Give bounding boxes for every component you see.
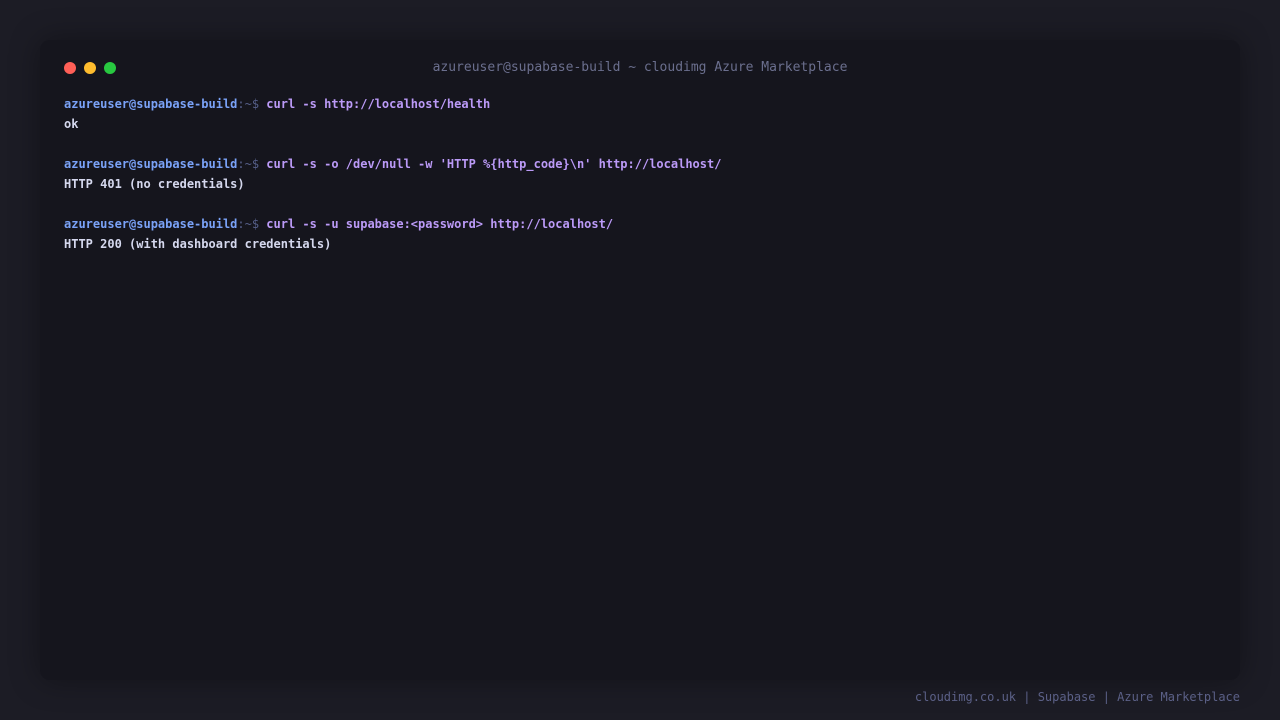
prompt-path: :~$ bbox=[237, 97, 267, 111]
command-text: curl -s -u supabase:<password> http://lo… bbox=[266, 217, 614, 231]
terminal-entry: azureuser@supabase-build:~$ curl -s -u s… bbox=[64, 214, 1216, 254]
command-output: HTTP 401 (no credentials) bbox=[64, 177, 245, 191]
command-text: curl -s http://localhost/health bbox=[266, 97, 491, 111]
terminal-entry: azureuser@supabase-build:~$ curl -s http… bbox=[64, 94, 1216, 134]
terminal-output[interactable]: azureuser@supabase-build:~$ curl -s http… bbox=[64, 94, 1216, 274]
prompt-user: azureuser@supabase-build bbox=[64, 217, 238, 231]
command-output: HTTP 200 (with dashboard credentials) bbox=[64, 237, 332, 251]
command-text: curl -s -o /dev/null -w 'HTTP %{http_cod… bbox=[266, 157, 722, 171]
command-line: azureuser@supabase-build:~$ curl -s -u s… bbox=[64, 214, 1216, 234]
prompt-path: :~$ bbox=[237, 157, 267, 171]
command-line: azureuser@supabase-build:~$ curl -s -o /… bbox=[64, 154, 1216, 174]
terminal-entry: azureuser@supabase-build:~$ curl -s -o /… bbox=[64, 154, 1216, 194]
command-line: azureuser@supabase-build:~$ curl -s http… bbox=[64, 94, 1216, 114]
prompt-user: azureuser@supabase-build bbox=[64, 157, 238, 171]
terminal-window: azureuser@supabase-build ~ cloudimg Azur… bbox=[40, 40, 1240, 680]
title-bar: azureuser@supabase-build ~ cloudimg Azur… bbox=[40, 40, 1240, 96]
footer-text: cloudimg.co.uk | Supabase | Azure Market… bbox=[914, 690, 1240, 704]
command-output: ok bbox=[64, 117, 79, 131]
prompt-user: azureuser@supabase-build bbox=[64, 97, 238, 111]
window-title: azureuser@supabase-build ~ cloudimg Azur… bbox=[432, 60, 848, 75]
prompt-path: :~$ bbox=[237, 217, 267, 231]
